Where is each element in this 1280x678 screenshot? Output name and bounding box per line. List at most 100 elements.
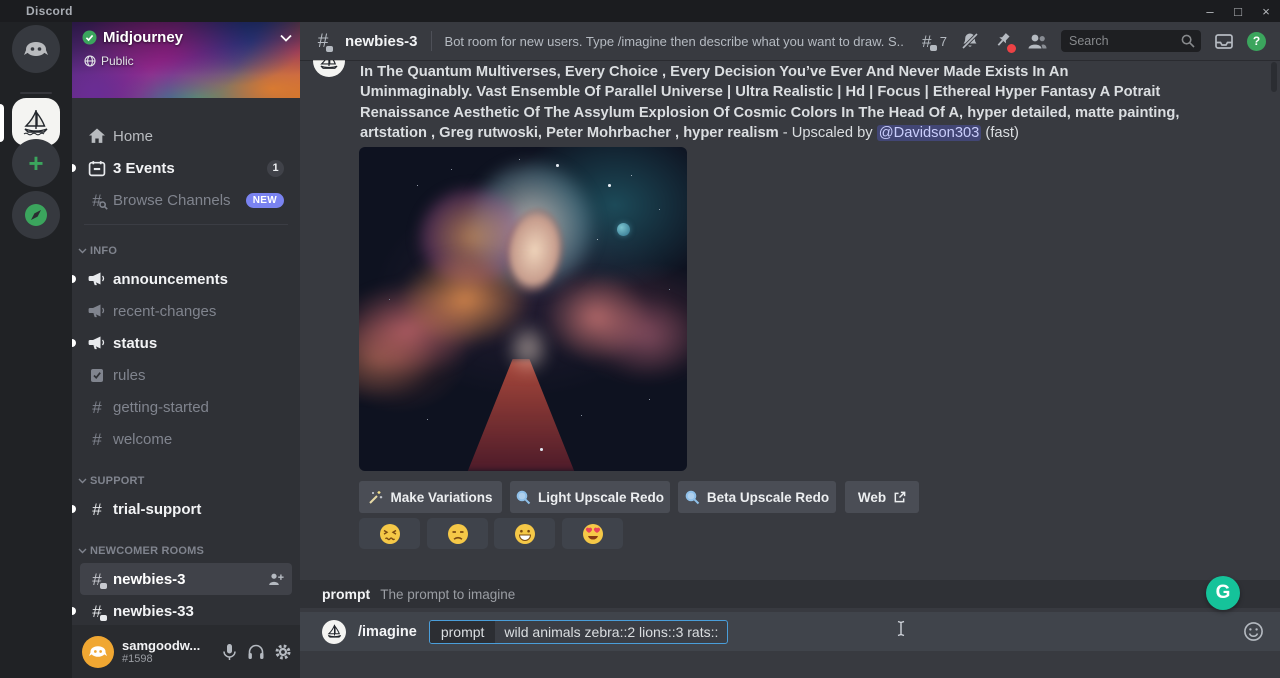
window-minimize-button[interactable]: – xyxy=(1196,0,1224,22)
rules-icon xyxy=(88,368,106,383)
megaphone-icon xyxy=(88,272,106,286)
slash-command: /imagine xyxy=(358,624,417,640)
search-input[interactable]: Search xyxy=(1061,30,1201,52)
beta-upscale-redo-button[interactable]: Beta Upscale Redo xyxy=(678,481,836,513)
bell-slash-icon xyxy=(960,31,980,51)
channel-rules[interactable]: rules xyxy=(80,359,292,391)
reaction-disappointed[interactable] xyxy=(427,518,488,549)
header-divider xyxy=(431,31,432,51)
add-server-button[interactable]: + xyxy=(12,139,60,187)
message-content: In The Quantum Multiverses, Every Choice… xyxy=(360,62,1180,144)
message-composer[interactable]: /imagine prompt wild animals zebra::2 li… xyxy=(300,612,1280,651)
threads-count: 7 xyxy=(940,34,947,49)
text-cursor xyxy=(896,620,906,637)
server-visibility: Public xyxy=(84,54,134,68)
hash-icon: # xyxy=(88,399,106,416)
megaphone-icon xyxy=(88,304,106,318)
prompt-text: In The Quantum Multiverses, Every Choice… xyxy=(360,64,1179,141)
settings-gear-icon[interactable] xyxy=(274,643,292,661)
globe-icon xyxy=(84,55,96,67)
generated-image-attachment[interactable] xyxy=(359,147,687,471)
channel-newbies-3[interactable]: # newbies-3 xyxy=(80,563,292,595)
channel-hash-chat-icon: # xyxy=(314,32,332,51)
web-button[interactable]: Web xyxy=(845,481,919,513)
threads-icon: # xyxy=(918,33,936,50)
reaction-grinning[interactable] xyxy=(494,518,555,549)
calendar-icon xyxy=(88,160,106,177)
user-area: samgoodw... #1598 xyxy=(72,625,300,678)
inbox-button[interactable] xyxy=(1214,32,1234,51)
channel-name: newbies-3 xyxy=(345,33,418,50)
unread-indicator xyxy=(72,607,76,615)
window-titlebar: Discord – □ × xyxy=(0,0,1280,22)
verified-badge-icon xyxy=(82,30,97,45)
microphone-icon[interactable] xyxy=(221,643,238,661)
channel-welcome[interactable]: # welcome xyxy=(80,423,292,455)
user-avatar[interactable] xyxy=(82,636,114,668)
make-variations-button[interactable]: Make Variations xyxy=(359,481,502,513)
plus-icon: + xyxy=(28,150,43,176)
smiley-icon xyxy=(1243,621,1264,642)
sidebar-item-home[interactable]: Home xyxy=(80,120,292,152)
user-info[interactable]: samgoodw... #1598 xyxy=(122,638,221,665)
channel-newbies-33[interactable]: # newbies-33 xyxy=(80,595,292,625)
headphones-icon[interactable] xyxy=(247,643,265,661)
create-invite-icon[interactable] xyxy=(268,572,284,586)
server-name: Midjourney xyxy=(103,29,274,46)
sidebar-item-events[interactable]: 3 Events 1 xyxy=(80,152,292,184)
discord-logo-icon xyxy=(88,644,108,659)
category-support[interactable]: SUPPORT xyxy=(72,469,300,493)
planet-detail xyxy=(617,223,630,236)
channel-recent-changes[interactable]: recent-changes xyxy=(80,295,292,327)
heart-eyes-face-icon xyxy=(582,523,604,545)
channel-announcements[interactable]: announcements xyxy=(80,263,292,295)
grinning-face-icon xyxy=(514,523,536,545)
threads-button[interactable]: # 7 xyxy=(918,33,947,50)
channel-list: Home 3 Events 1 # Browse Channels NEW IN… xyxy=(72,98,300,625)
unread-indicator xyxy=(72,339,76,347)
chevron-down-icon xyxy=(78,478,87,484)
category-newcomer-rooms[interactable]: NEWCOMER ROOMS xyxy=(72,539,300,563)
prompt-option-pill[interactable]: prompt wild animals zebra::2 lions::3 ra… xyxy=(429,620,729,644)
server-header[interactable]: Midjourney xyxy=(82,29,292,46)
inbox-icon xyxy=(1214,32,1234,51)
events-count-badge: 1 xyxy=(267,160,284,177)
hash-chat-icon: # xyxy=(88,603,106,620)
explore-servers-button[interactable] xyxy=(12,191,60,239)
bot-avatar-small xyxy=(322,620,346,644)
channel-topic[interactable]: Bot room for new users. Type /imagine th… xyxy=(445,34,905,49)
user-mention[interactable]: @Davidson303 xyxy=(877,125,982,141)
browse-channels-icon: # xyxy=(88,192,106,209)
prompt-option-label: prompt xyxy=(430,621,496,643)
member-list-button[interactable] xyxy=(1026,32,1048,50)
prompt-option-value[interactable]: wild animals zebra::2 lions::3 rats:: xyxy=(495,621,727,643)
category-info[interactable]: INFO xyxy=(72,239,300,263)
notification-settings-button[interactable] xyxy=(960,31,980,51)
channel-trial-support[interactable]: # trial-support xyxy=(80,493,292,525)
grammarly-icon[interactable]: G xyxy=(1206,576,1240,610)
server-banner[interactable]: Midjourney Public xyxy=(72,22,300,98)
light-upscale-redo-button[interactable]: Light Upscale Redo xyxy=(510,481,670,513)
sidebar-item-browse-channels[interactable]: # Browse Channels NEW xyxy=(80,184,292,216)
discord-home-button[interactable] xyxy=(12,25,60,73)
reaction-heart-eyes[interactable] xyxy=(562,518,623,549)
command-hint-bar: prompt The prompt to imagine xyxy=(300,580,1280,608)
sidebar-divider xyxy=(84,224,288,225)
reaction-confounded[interactable] xyxy=(359,518,420,549)
window-close-button[interactable]: × xyxy=(1252,0,1280,22)
window-maximize-button[interactable]: □ xyxy=(1224,0,1252,22)
megaphone-icon xyxy=(88,336,106,350)
channel-header: # newbies-3 Bot room for new users. Type… xyxy=(300,22,1280,60)
sailboat-icon xyxy=(21,107,51,137)
channel-getting-started[interactable]: # getting-started xyxy=(80,391,292,423)
unread-indicator xyxy=(72,275,76,283)
search-icon xyxy=(1181,34,1195,48)
emoji-picker-button[interactable] xyxy=(1243,621,1264,642)
hash-icon: # xyxy=(88,431,106,448)
compass-icon xyxy=(23,202,49,228)
scrollbar-thumb[interactable] xyxy=(1271,62,1277,92)
channel-status[interactable]: status xyxy=(80,327,292,359)
help-button[interactable]: ? xyxy=(1247,32,1266,51)
chat-area: # newbies-3 Bot room for new users. Type… xyxy=(300,22,1280,678)
pinned-messages-button[interactable] xyxy=(993,31,1013,51)
